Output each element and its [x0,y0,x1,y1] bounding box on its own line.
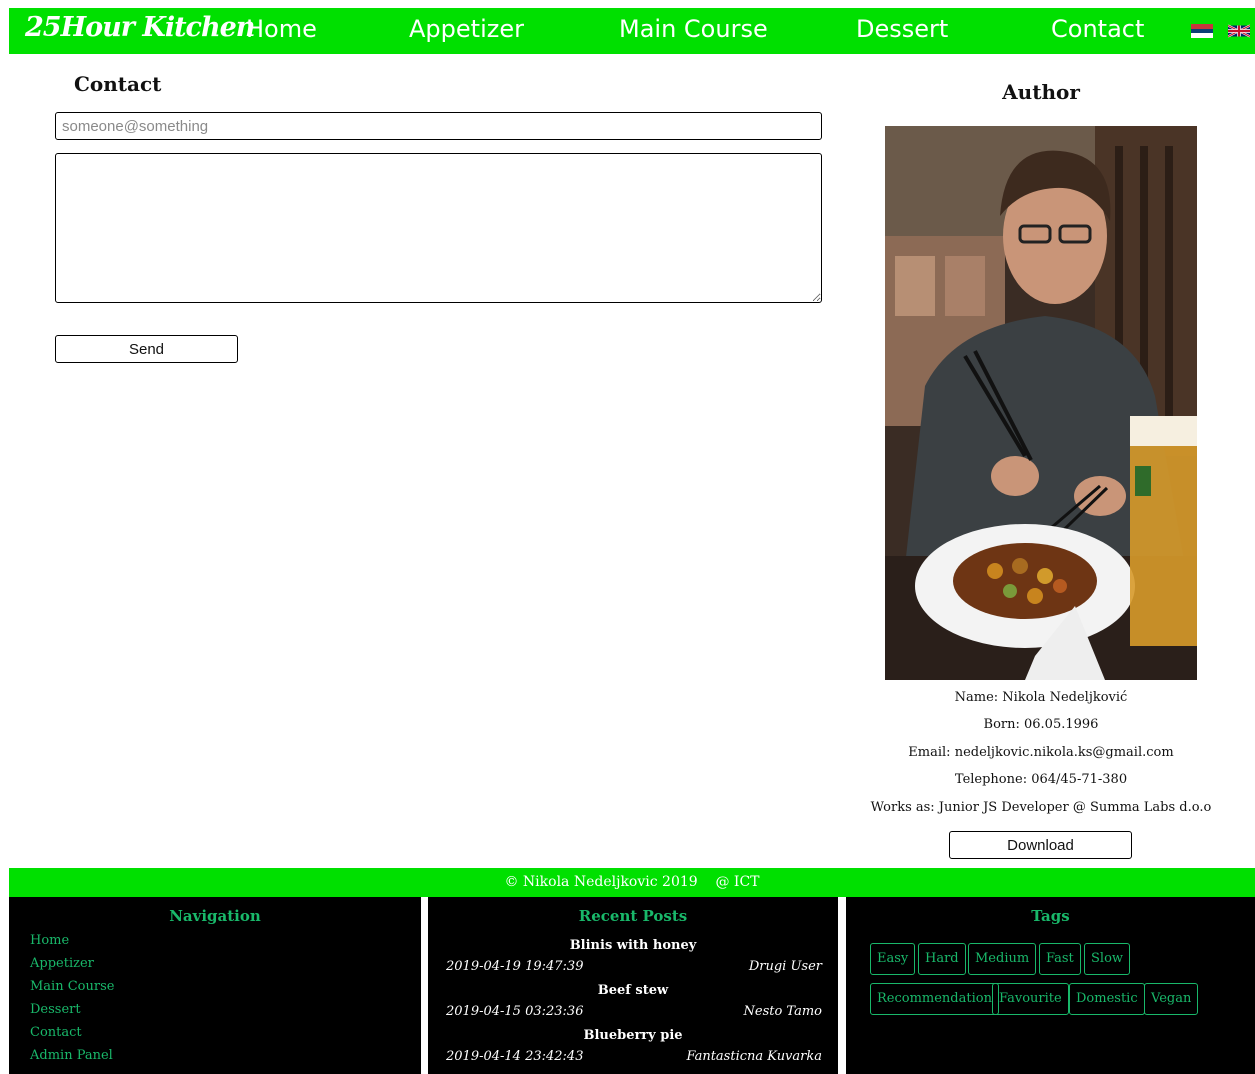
tag-domestic[interactable]: Domestic [1069,983,1145,1015]
post-title[interactable]: Blinis with honey [428,938,838,953]
nav-link-home[interactable]: Home [246,15,317,43]
copyright-text: © Nikola Nedeljkovic 2019 @ ICT [504,874,760,890]
footer-link-dessert[interactable]: Dessert [30,1002,81,1017]
tag-favourite[interactable]: Favourite [992,983,1069,1015]
post-author: Fantasticna Kuvarka [686,1049,822,1064]
nav-link-appetizer[interactable]: Appetizer [409,15,524,43]
footer-link-home[interactable]: Home [30,933,69,948]
tag-recommendation[interactable]: Recommendation [870,983,999,1015]
post-title[interactable]: Beef stew [428,983,838,998]
author-email: Email: nedeljkovic.nikola.ks@gmail.com [908,745,1174,760]
message-textarea[interactable] [55,153,822,303]
top-navbar: 25Hour Kitchen Home Appetizer Main Cours… [9,8,1255,54]
footer-navigation-heading: Navigation [169,907,261,925]
nav-link-dessert[interactable]: Dessert [856,15,948,43]
tags-heading: Tags [1031,907,1070,925]
author-title: Author [1002,80,1080,104]
nav-link-contact[interactable]: Contact [1051,15,1144,43]
post-date: 2019-04-19 19:47:39 [446,959,584,974]
contact-title: Contact [74,72,162,96]
tag-slow[interactable]: Slow [1084,943,1131,975]
serbian-flag-icon[interactable] [1191,24,1213,38]
author-works-as: Works as: Junior JS Developer @ Summa La… [870,800,1212,815]
tag-vegan[interactable]: Vegan [1144,983,1199,1015]
nav-link-main-course[interactable]: Main Course [619,15,768,43]
tag-fast[interactable]: Fast [1039,943,1081,975]
uk-flag-icon[interactable] [1228,24,1250,38]
post-author: Nesto Tamo [743,1004,823,1019]
post-title[interactable]: Blueberry pie [428,1028,838,1043]
footer-link-admin-panel[interactable]: Admin Panel [30,1048,113,1063]
recent-posts-heading: Recent Posts [578,907,688,925]
tag-medium[interactable]: Medium [968,943,1037,975]
footer-link-appetizer[interactable]: Appetizer [30,956,94,971]
email-field[interactable] [55,112,822,140]
tag-hard[interactable]: Hard [918,943,966,975]
footer-link-contact[interactable]: Contact [30,1025,82,1040]
author-photo [885,126,1197,680]
send-button[interactable]: Send [55,335,238,363]
post-author: Drugi User [748,959,822,974]
download-button[interactable]: Download [949,831,1132,859]
author-born: Born: 06.05.1996 [983,717,1099,732]
author-telephone: Telephone: 064/45-71-380 [954,772,1128,787]
footer-link-main-course[interactable]: Main Course [30,979,114,994]
footer-navigation: Navigation Home Appetizer Main Course De… [9,897,421,1074]
copyright-bar: © Nikola Nedeljkovic 2019 @ ICT [9,868,1255,897]
post-date: 2019-04-14 23:42:43 [446,1049,584,1064]
tag-easy[interactable]: Easy [870,943,916,975]
brand-logo[interactable]: 25Hour Kitchen [25,12,255,43]
footer-tags: Tags Easy Hard Medium Fast Slow Recommen… [846,897,1255,1074]
author-name: Name: Nikola Nedeljković [954,690,1128,705]
post-date: 2019-04-15 03:23:36 [446,1004,584,1019]
footer-recent-posts: Recent Posts Blinis with honey 2019-04-1… [428,897,838,1074]
